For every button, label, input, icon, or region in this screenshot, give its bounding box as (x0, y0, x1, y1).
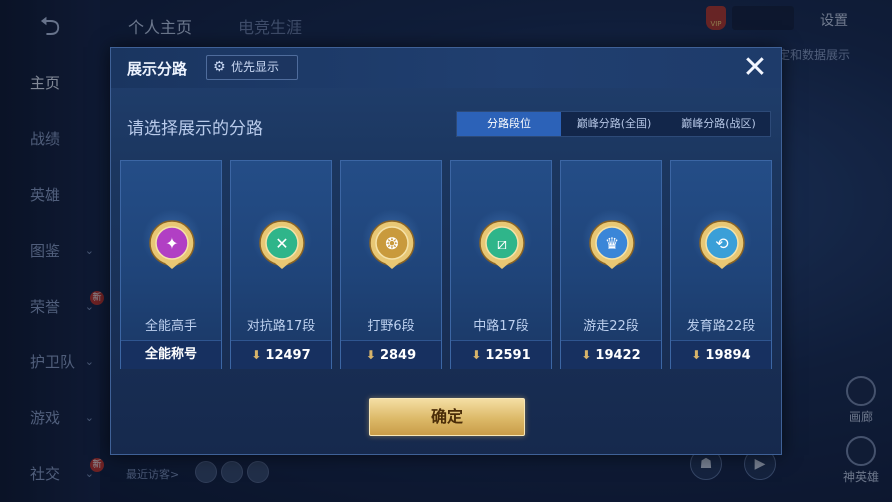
lane-points: 19422 (595, 348, 641, 363)
lane-card-footer: 全能称号 (121, 340, 221, 369)
priority-display-label: 优先显示 (231, 60, 280, 74)
lane-card[interactable]: ⧄ 中路17段 ⬇ 12591 (450, 160, 552, 369)
tab-peak-national[interactable]: 巅峰分路(全国) (561, 112, 667, 136)
points-icon: ⬇ (471, 348, 482, 362)
lane-card-footer: ⬇ 12591 (451, 340, 551, 369)
lane-rank-label: 发育路22段 (686, 319, 756, 334)
points-icon: ⬇ (691, 348, 702, 362)
lane-rank-label: 打野6段 (367, 319, 415, 334)
lane-rank-label: 游走22段 (583, 319, 639, 334)
lane-card[interactable]: ✕ 对抗路17段 ⬇ 12497 (230, 160, 332, 369)
lane-display-dialog: 展示分路 ⚙ 优先显示 ✕ 请选择展示的分路 分路段位 巅峰分路(全国) 巅峰分… (110, 47, 782, 455)
lane-points: 12497 (265, 348, 311, 363)
lane-card[interactable]: ❂ 打野6段 ⬇ 2849 (340, 160, 442, 369)
lane-card-footer: ⬇ 2849 (341, 340, 441, 369)
points-icon: ⬇ (365, 348, 376, 362)
mid-lane-badge-icon: ⧄ (479, 220, 525, 269)
close-icon[interactable]: ✕ (739, 52, 771, 84)
svg-text:❂: ❂ (385, 234, 398, 253)
tab-lane-rank[interactable]: 分路段位 (457, 112, 561, 136)
lane-card[interactable]: ⟲ 发育路22段 ⬇ 19894 (670, 160, 772, 369)
lane-card-footer: ⬇ 19894 (671, 340, 771, 369)
roam-badge-icon: ♛ (589, 220, 635, 269)
jungle-badge-icon: ❂ (369, 220, 415, 269)
lane-rank-label: 对抗路17段 (246, 319, 316, 334)
farm-lane-badge-icon: ⟲ (699, 220, 745, 269)
all-round-badge-icon: ✦ (149, 220, 195, 269)
tab-peak-region[interactable]: 巅峰分路(战区) (667, 112, 770, 136)
svg-text:⟲: ⟲ (715, 234, 729, 253)
dialog-subtitle: 请选择展示的分路 (127, 119, 263, 139)
lane-rank-label: 全能高手 (144, 319, 197, 334)
confirm-button[interactable]: 确定 (369, 398, 525, 436)
svg-text:⧄: ⧄ (497, 234, 507, 253)
lane-points: 19894 (705, 348, 751, 363)
dialog-header: 展示分路 ⚙ 优先显示 ✕ (111, 48, 781, 88)
lane-card-footer: ⬇ 12497 (231, 340, 331, 369)
points-icon: ⬇ (251, 348, 262, 362)
lane-points: 2849 (379, 348, 417, 363)
clash-lane-badge-icon: ✕ (259, 220, 305, 269)
gear-icon: ⚙ (213, 59, 226, 75)
lane-cards: ✦ 全能高手 全能称号 ✕ 对抗路17段 ⬇ 12497 ❂ 打野6段 ⬇ 2849 ⧄ 中路17段 ⬇ 1… (120, 160, 774, 370)
lane-card[interactable]: ✦ 全能高手全能称号 (120, 160, 222, 369)
title-label: 全能称号 (144, 347, 197, 362)
svg-text:♛: ♛ (605, 234, 619, 253)
lane-type-tabs: 分路段位 巅峰分路(全国) 巅峰分路(战区) (456, 111, 771, 137)
lane-points: 12591 (485, 348, 531, 363)
priority-display-button[interactable]: ⚙ 优先显示 (206, 55, 298, 80)
points-icon: ⬇ (581, 348, 592, 362)
dialog-title: 展示分路 (127, 60, 188, 78)
svg-text:✦: ✦ (165, 234, 178, 253)
lane-rank-label: 中路17段 (473, 319, 529, 334)
lane-card[interactable]: ♛ 游走22段 ⬇ 19422 (560, 160, 662, 369)
lane-card-footer: ⬇ 19422 (561, 340, 661, 369)
svg-text:✕: ✕ (275, 234, 288, 253)
